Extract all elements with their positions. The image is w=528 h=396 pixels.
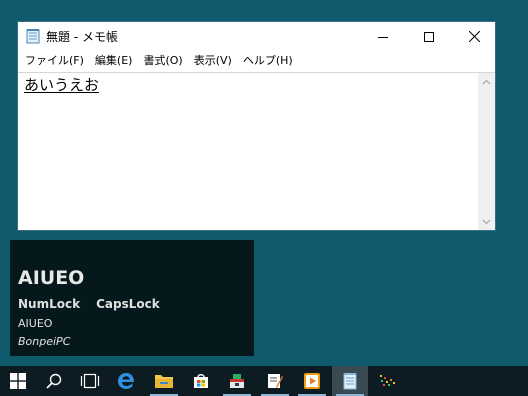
app-icon-notes: [268, 374, 283, 388]
edge-icon: [118, 373, 135, 389]
task-view-button[interactable]: [72, 366, 108, 396]
document-text[interactable]: あいうえお: [24, 74, 99, 95]
numlock-label: NumLock: [18, 297, 81, 311]
notepad-window[interactable]: 無題 - メモ帳 ファイル(F) 編集(E) 書式(O) 表示(V) ヘルプ(H…: [17, 21, 496, 231]
taskbar-edge[interactable]: [108, 366, 144, 396]
menu-bar: ファイル(F) 編集(E) 書式(O) 表示(V) ヘルプ(H): [18, 51, 495, 71]
taskbar-app-fpp[interactable]: [370, 366, 406, 396]
menu-view[interactable]: 表示(V): [190, 51, 239, 71]
task-view-icon: [80, 373, 100, 389]
windows-start-icon: [10, 373, 26, 389]
notepad-app-icon: [26, 29, 40, 44]
capslock-label: CapsLock: [96, 297, 160, 311]
panel-computer-name: BonpeiPC: [18, 335, 71, 348]
text-edit-area[interactable]: あいうえお: [18, 72, 495, 230]
close-icon: [468, 31, 480, 42]
minimize-button[interactable]: [360, 22, 406, 51]
scroll-down-button[interactable]: [478, 213, 495, 230]
title-bar[interactable]: 無題 - メモ帳: [18, 22, 495, 51]
taskbar-store[interactable]: [183, 366, 219, 396]
lock-indicators: NumLock CapsLock: [18, 297, 160, 311]
start-button[interactable]: [0, 366, 36, 396]
menu-edit[interactable]: 編集(E): [91, 51, 140, 71]
menu-file[interactable]: ファイル(F): [21, 51, 91, 71]
store-icon: [194, 374, 208, 388]
panel-input-text: AIUEO: [18, 317, 53, 330]
taskbar-file-explorer[interactable]: [146, 366, 182, 396]
window-title: 無題 - メモ帳: [46, 30, 118, 44]
app-icon-media: [304, 373, 320, 389]
taskbar-app-media[interactable]: [294, 366, 330, 396]
minimize-icon: [378, 36, 388, 38]
taskbar-app-green[interactable]: [219, 366, 255, 396]
taskbar: [0, 366, 528, 396]
chevron-down-icon: [482, 219, 491, 224]
taskbar-app-notes[interactable]: [257, 366, 293, 396]
close-button[interactable]: [451, 22, 497, 51]
keyboard-status-panel: AIUEO NumLock CapsLock AIUEO BonpeiPC: [10, 240, 254, 356]
notepad-icon: [343, 373, 357, 390]
search-button[interactable]: [36, 366, 72, 396]
maximize-icon: [424, 31, 434, 42]
chevron-up-icon: [482, 79, 491, 84]
menu-help[interactable]: ヘルプ(H): [239, 51, 300, 71]
app-icon-fpp: [380, 375, 395, 386]
scroll-up-button[interactable]: [478, 73, 495, 90]
search-icon: [46, 373, 62, 389]
app-icon-green: [230, 374, 244, 388]
panel-title: AIUEO: [18, 267, 85, 289]
menu-format[interactable]: 書式(O): [139, 51, 189, 71]
taskbar-notepad[interactable]: [332, 366, 368, 396]
vertical-scrollbar[interactable]: [478, 73, 495, 230]
maximize-button[interactable]: [406, 22, 452, 51]
file-explorer-icon: [155, 375, 173, 388]
